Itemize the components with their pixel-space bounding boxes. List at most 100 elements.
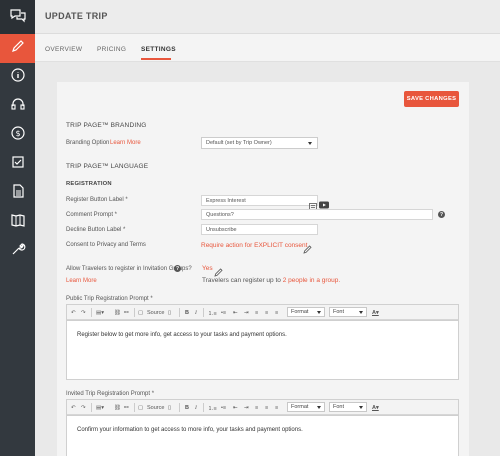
public-prompt-editor[interactable]: ↶ ↷ ▤▾ ⛓ ⚯ ▢ Source ▯ B I ⒈≡ •≡ ⇤ ⇥ ≡ ≡ …: [66, 304, 459, 380]
align-left-icon[interactable]: ≡: [255, 308, 258, 317]
sidebar: $: [0, 0, 35, 456]
pencil-icon: [10, 38, 26, 59]
editor-content[interactable]: Register below to get more info, get acc…: [67, 320, 458, 379]
tab-settings[interactable]: SETTINGS: [141, 46, 176, 53]
align-center-icon[interactable]: ≡: [265, 403, 268, 412]
numbered-list-icon[interactable]: ⒈≡: [208, 308, 217, 317]
paste-icon[interactable]: ▯: [168, 308, 171, 317]
italic-icon[interactable]: I: [195, 403, 197, 412]
source-button[interactable]: Source: [147, 308, 164, 317]
chevron-down-icon: [359, 406, 363, 409]
public-prompt-label: Public Trip Registration Prompt *: [66, 296, 153, 302]
redo-icon[interactable]: ↷: [81, 308, 86, 317]
styles-icon[interactable]: ▤▾: [96, 308, 104, 317]
indent-icon[interactable]: ⇥: [244, 308, 249, 317]
outdent-icon[interactable]: ⇤: [233, 308, 238, 317]
public-prompt-text: Register below to get more info, get acc…: [77, 332, 287, 338]
align-center-icon[interactable]: ≡: [265, 308, 268, 317]
link-icon[interactable]: ⛓: [114, 308, 121, 317]
format-dropdown[interactable]: Format: [287, 402, 325, 412]
svg-text:$: $: [15, 129, 20, 138]
sidebar-item-documents[interactable]: [0, 179, 35, 208]
paste-icon[interactable]: ▯: [168, 403, 171, 412]
unlink-icon[interactable]: ⚯: [124, 403, 129, 412]
tab-overview[interactable]: OVERVIEW: [45, 46, 82, 53]
editor-content[interactable]: Confirm your information to get access t…: [67, 415, 458, 456]
bold-icon[interactable]: B: [185, 308, 189, 317]
invitation-groups-value[interactable]: Yes: [202, 265, 213, 272]
consent-action-link[interactable]: Require action for EXPLICIT consent: [201, 242, 307, 249]
sidebar-item-itinerary[interactable]: [0, 208, 35, 237]
tab-pricing[interactable]: PRICING: [97, 46, 126, 53]
format-dropdown[interactable]: Format: [287, 307, 325, 317]
sidebar-item-info[interactable]: [0, 63, 35, 92]
chevron-down-icon: [359, 311, 363, 314]
branding-section-title: TRIP PAGE™ BRANDING: [66, 122, 147, 129]
text-color-icon[interactable]: A▾: [372, 403, 379, 412]
align-left-icon[interactable]: ≡: [255, 403, 258, 412]
source-icon[interactable]: ▢: [138, 403, 143, 412]
bulleted-list-icon[interactable]: •≡: [221, 403, 226, 412]
chat-bubbles-icon: [9, 7, 26, 28]
decline-button-value: Unsubscribe: [206, 226, 237, 233]
font-dropdown-label: Font: [333, 404, 345, 410]
help-icon[interactable]: ?: [438, 211, 445, 218]
info-icon: [10, 67, 26, 88]
invitation-groups-learn-more-link[interactable]: Learn More: [66, 278, 97, 284]
language-section-title: TRIP PAGE™ LANGUAGE: [66, 163, 149, 170]
align-right-icon[interactable]: ≡: [275, 308, 278, 317]
sidebar-item-pricing[interactable]: $: [0, 121, 35, 150]
bold-icon[interactable]: B: [185, 403, 189, 412]
sidebar-item-support[interactable]: [0, 92, 35, 121]
save-button[interactable]: SAVE CHANGES: [404, 91, 459, 107]
invitation-groups-description: Travelers can register up to 2 people in…: [202, 277, 340, 284]
register-button-input[interactable]: Express Interest: [201, 195, 318, 206]
wrench-icon: [10, 241, 26, 262]
styles-icon[interactable]: ▤▾: [96, 403, 104, 412]
branding-learn-more-link[interactable]: Learn More: [110, 140, 141, 146]
sidebar-item-edit[interactable]: [0, 34, 35, 63]
comment-prompt-input[interactable]: Questions?: [201, 209, 433, 220]
map-icon: [10, 212, 26, 233]
page-title: UPDATE TRIP: [45, 11, 108, 21]
sidebar-item-messages[interactable]: [0, 0, 35, 34]
editor-toolbar: ↶ ↷ ▤▾ ⛓ ⚯ ▢ Source ▯ B I ⒈≡ •≡ ⇤ ⇥ ≡ ≡ …: [67, 305, 458, 320]
indent-icon[interactable]: ⇥: [244, 403, 249, 412]
italic-icon[interactable]: I: [195, 308, 197, 317]
source-icon[interactable]: ▢: [138, 308, 143, 317]
format-dropdown-label: Format: [291, 309, 309, 315]
font-dropdown[interactable]: Font: [329, 402, 367, 412]
undo-icon[interactable]: ↶: [71, 403, 76, 412]
invited-prompt-editor[interactable]: ↶ ↷ ▤▾ ⛓ ⚯ ▢ Source ▯ B I ⒈≡ •≡ ⇤ ⇥ ≡ ≡ …: [66, 399, 459, 456]
checklist-icon: [10, 154, 26, 175]
format-dropdown-label: Format: [291, 404, 309, 410]
numbered-list-icon[interactable]: ⒈≡: [208, 403, 217, 412]
branding-option-label: Branding Option: [66, 140, 110, 146]
register-button-value: Express Interest: [206, 197, 246, 204]
source-button[interactable]: Source: [147, 403, 164, 412]
sidebar-item-tasks[interactable]: [0, 150, 35, 179]
chevron-down-icon: [308, 142, 312, 145]
unlink-icon[interactable]: ⚯: [124, 308, 129, 317]
font-dropdown[interactable]: Font: [329, 307, 367, 317]
branding-option-select[interactable]: Default (set by Trip Owner): [201, 137, 318, 149]
undo-icon[interactable]: ↶: [71, 308, 76, 317]
redo-icon[interactable]: ↷: [81, 403, 86, 412]
support-headset-icon: [10, 96, 26, 117]
invitation-groups-label: Allow Travelers to register in Invitatio…: [66, 266, 192, 272]
decline-button-input[interactable]: Unsubscribe: [201, 224, 318, 235]
top-bar: UPDATE TRIP: [35, 0, 500, 34]
align-right-icon[interactable]: ≡: [275, 403, 278, 412]
comment-prompt-value: Questions?: [206, 211, 234, 218]
text-color-icon[interactable]: A▾: [372, 308, 379, 317]
help-icon[interactable]: ?: [174, 265, 181, 272]
link-icon[interactable]: ⛓: [114, 403, 121, 412]
sidebar-item-tools[interactable]: [0, 237, 35, 266]
outdent-icon[interactable]: ⇤: [233, 403, 238, 412]
pencil-icon[interactable]: [303, 241, 312, 259]
invited-prompt-label: Invited Trip Registration Prompt *: [66, 391, 155, 397]
bulleted-list-icon[interactable]: •≡: [221, 308, 226, 317]
consent-label: Consent to Privacy and Terms: [66, 242, 146, 248]
group-size-link[interactable]: 2 people in a group.: [283, 277, 340, 284]
invited-prompt-text: Confirm your information to get access t…: [77, 427, 303, 433]
